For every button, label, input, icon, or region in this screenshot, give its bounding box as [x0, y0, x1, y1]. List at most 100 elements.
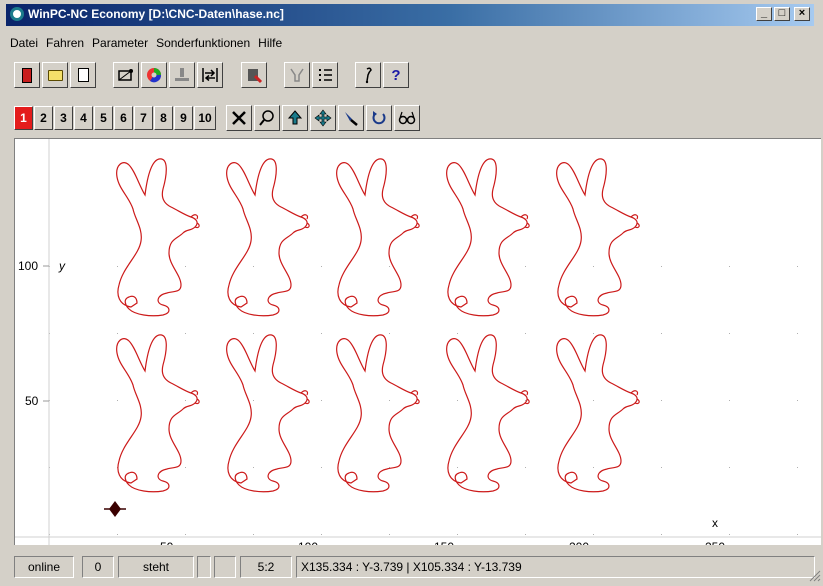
pointer-icon: [345, 112, 358, 126]
view-button[interactable]: [394, 105, 420, 131]
close-button[interactable]: ×: [794, 7, 810, 21]
x-tick-label-250: 250: [705, 540, 725, 545]
coordinate-readout: X135.334 : Y-3.739 | X105.334 : Y-13.739: [296, 556, 815, 578]
bunny-whisker: [300, 214, 310, 229]
connection-status: online: [14, 556, 74, 578]
y-axis-label: y: [58, 259, 66, 273]
title-bar: WinPC-NC Economy [D:\CNC-Daten\hase.nc] …: [6, 4, 814, 26]
toolpath-plot: 100 50 y 50 100 150 200 250 x: [15, 139, 821, 545]
bunny-path: [556, 158, 638, 317]
bunny-path: [446, 158, 528, 317]
menu-sonderfunktionen[interactable]: Sonderfunktionen: [156, 34, 250, 54]
spindle-icon: [290, 68, 304, 82]
home-arrow-icon: [287, 110, 303, 125]
y-tick-label-50: 50: [25, 394, 39, 408]
reference-arrows-icon: [202, 68, 218, 82]
spindle-button[interactable]: [284, 62, 310, 88]
bunny-whisker: [190, 390, 200, 405]
y-tick-label-100: 100: [18, 259, 38, 273]
menu-hilfe[interactable]: Hilfe: [258, 34, 282, 54]
count-status: 0: [82, 556, 114, 578]
numbered-list-icon: [319, 69, 332, 81]
x-tick-label-50: 50: [160, 540, 174, 545]
bunny-whisker: [630, 390, 640, 405]
status-bar: online 0 steht 5:2 X135.334 : Y-3.739 | …: [0, 548, 823, 586]
zoom-button[interactable]: [254, 105, 280, 131]
app-window: WinPC-NC Economy [D:\CNC-Daten\hase.nc] …: [0, 0, 823, 586]
pointer-button[interactable]: [338, 105, 364, 131]
bunny-whisker: [520, 214, 530, 229]
reference-button[interactable]: [197, 62, 223, 88]
file-info-button[interactable]: [70, 62, 96, 88]
app-icon: [10, 7, 24, 21]
open-file-button[interactable]: [42, 62, 68, 88]
move-button[interactable]: [310, 105, 336, 131]
grid-dots: [49, 266, 798, 535]
info-button[interactable]: [355, 62, 381, 88]
folder-icon: [47, 69, 63, 81]
document-icon: [77, 68, 89, 82]
bunny-whisker: [520, 390, 530, 405]
bunny-whisker: [410, 214, 420, 229]
layer-button-3[interactable]: 3: [54, 106, 73, 130]
rotate-button[interactable]: [366, 105, 392, 131]
window-title: WinPC-NC Economy [D:\CNC-Daten\hase.nc]: [28, 7, 284, 21]
menu-parameter[interactable]: Parameter: [92, 34, 148, 54]
path-button[interactable]: [113, 62, 139, 88]
minimize-button[interactable]: _: [756, 7, 772, 21]
bunny-path: [226, 334, 308, 493]
bunny-path: [226, 158, 308, 317]
resize-grip-icon[interactable]: [809, 570, 821, 582]
home-button[interactable]: [282, 105, 308, 131]
x-axis-label: x: [712, 516, 718, 530]
status-panel-blank-1: [197, 556, 211, 578]
layer-button-9[interactable]: 9: [174, 106, 193, 130]
layer-button-7[interactable]: 7: [134, 106, 153, 130]
drawing-canvas[interactable]: 100 50 y 50 100 150 200 250 x: [14, 138, 821, 545]
tool-position-marker: [104, 501, 126, 517]
bunny-path: [116, 158, 198, 317]
color-wheel-icon: [147, 68, 162, 83]
glasses-icon: [398, 111, 416, 125]
menu-datei[interactable]: Datei: [10, 34, 38, 54]
door-icon: [22, 67, 32, 83]
bunny-toolpaths: [116, 158, 640, 493]
layer-button-2[interactable]: 2: [34, 106, 53, 130]
menu-fahren[interactable]: Fahren: [46, 34, 84, 54]
delete-view-button[interactable]: [226, 105, 252, 131]
bunny-whisker: [190, 214, 200, 229]
path-icon: [118, 69, 133, 81]
bunny-path: [116, 334, 198, 493]
bunny-whisker: [300, 390, 310, 405]
exit-button[interactable]: [14, 62, 40, 88]
layer-button-6[interactable]: 6: [114, 106, 133, 130]
bunny-whisker: [410, 390, 420, 405]
x-tick-label-150: 150: [434, 540, 454, 545]
bunny-path: [336, 334, 418, 493]
parameter-button[interactable]: [241, 62, 267, 88]
layer-button-10[interactable]: 10: [194, 106, 216, 130]
rotate-icon: [372, 111, 386, 125]
tool-length-icon: [175, 68, 189, 81]
layer-button-4[interactable]: 4: [74, 106, 93, 130]
layer-status: 5:2: [240, 556, 292, 578]
layer-button-8[interactable]: 8: [154, 106, 173, 130]
maximize-button[interactable]: □: [774, 7, 790, 21]
help-button[interactable]: ?: [383, 62, 409, 88]
wrench-icon: [248, 69, 263, 84]
machine-state: steht: [118, 556, 194, 578]
close-x-icon: [232, 111, 246, 125]
tool-button[interactable]: [169, 62, 195, 88]
status-panel-blank-2: [214, 556, 236, 578]
magnifier-icon: [259, 110, 274, 126]
x-tick-label-100: 100: [298, 540, 318, 545]
color-button[interactable]: [141, 62, 167, 88]
list-button[interactable]: [312, 62, 338, 88]
move-arrows-icon: [314, 109, 332, 127]
menu-bar: Datei Fahren Parameter Sonderfunktionen …: [10, 34, 282, 54]
bunny-whisker: [630, 214, 640, 229]
layer-button-5[interactable]: 5: [94, 106, 113, 130]
bunny-path: [336, 158, 418, 317]
bunny-path: [556, 334, 638, 493]
layer-button-1[interactable]: 1: [14, 106, 33, 130]
